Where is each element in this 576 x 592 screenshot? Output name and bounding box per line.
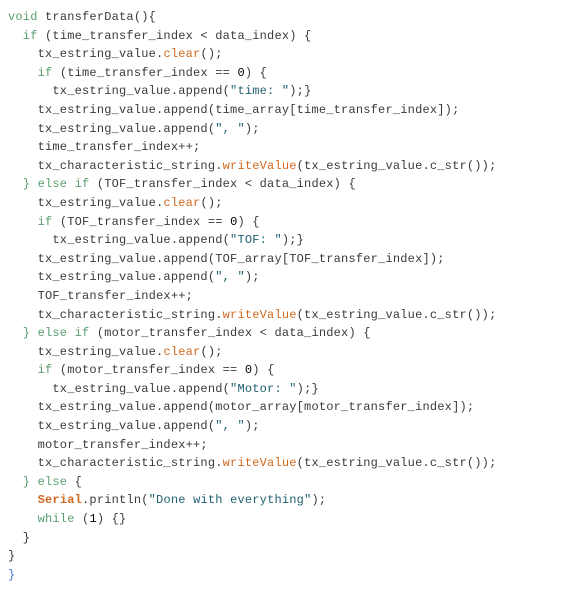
text: { <box>67 475 82 489</box>
text: tx_estring_value. <box>8 196 163 210</box>
text: ) {} <box>97 512 127 526</box>
text: tx_characteristic_string. <box>8 159 223 173</box>
text: ) { <box>252 363 274 377</box>
text: tx_characteristic_string. <box>8 456 223 470</box>
keyword-if: if <box>8 363 52 377</box>
string-literal: "Done with everything" <box>149 493 312 507</box>
text: tx_characteristic_string. <box>8 308 223 322</box>
text: tx_estring_value.append(motor_array[moto… <box>8 400 474 414</box>
text: ); <box>245 122 260 136</box>
keyword-elseif: } else if <box>8 326 89 340</box>
text: );} <box>297 382 319 396</box>
text: );} <box>282 233 304 247</box>
string-literal: ", " <box>215 270 245 284</box>
string-literal: "Motor: " <box>230 382 297 396</box>
cursor-brace: } <box>8 568 15 582</box>
method-clear: clear <box>163 345 200 359</box>
text: (tx_estring_value.c_str()); <box>297 308 497 322</box>
text: (); <box>200 345 222 359</box>
text: tx_estring_value.append( <box>8 382 230 396</box>
text: tx_estring_value.append(time_array[time_… <box>8 103 459 117</box>
string-literal: ", " <box>215 122 245 136</box>
text: tx_estring_value. <box>8 345 163 359</box>
text <box>8 493 38 507</box>
text: (tx_estring_value.c_str()); <box>297 159 497 173</box>
keyword-elseif: } else if <box>8 177 89 191</box>
keyword-else: } else <box>8 475 67 489</box>
text: tx_estring_value.append( <box>8 84 230 98</box>
text: .println( <box>82 493 149 507</box>
serial-object: Serial <box>38 493 82 507</box>
number-literal: 1 <box>89 512 96 526</box>
text: (tx_estring_value.c_str()); <box>297 456 497 470</box>
text: tx_estring_value.append( <box>8 419 215 433</box>
text: tx_estring_value.append( <box>8 233 230 247</box>
text: motor_transfer_index++; <box>8 438 208 452</box>
text: time_transfer_index++; <box>8 140 200 154</box>
method-writeValue: writeValue <box>223 456 297 470</box>
text: tx_estring_value.append( <box>8 122 215 136</box>
code-block: void transferData(){ if (time_transfer_i… <box>8 8 568 584</box>
text: (TOF_transfer_index < data_index) { <box>89 177 355 191</box>
method-writeValue: writeValue <box>223 308 297 322</box>
keyword-void: void <box>8 10 38 24</box>
text: } <box>8 531 30 545</box>
text: );} <box>289 84 311 98</box>
method-clear: clear <box>163 196 200 210</box>
text: ) { <box>237 215 259 229</box>
method-writeValue: writeValue <box>223 159 297 173</box>
text: ); <box>311 493 326 507</box>
string-literal: "time: " <box>230 84 289 98</box>
text: (time_transfer_index == <box>52 66 237 80</box>
text: (); <box>200 196 222 210</box>
text: ); <box>245 270 260 284</box>
text: (TOF_transfer_index == <box>52 215 230 229</box>
number-literal: 0 <box>237 66 244 80</box>
text: TOF_transfer_index++; <box>8 289 193 303</box>
string-literal: "TOF: " <box>230 233 282 247</box>
text: (motor_transfer_index < data_index) { <box>89 326 370 340</box>
text: ( <box>75 512 90 526</box>
text: (); <box>200 47 222 61</box>
string-literal: ", " <box>215 419 245 433</box>
keyword-while: while <box>8 512 75 526</box>
method-clear: clear <box>163 47 200 61</box>
text: tx_estring_value. <box>8 47 163 61</box>
text: tx_estring_value.append( <box>8 270 215 284</box>
keyword-if: if <box>8 215 52 229</box>
keyword-if: if <box>8 29 38 43</box>
text: tx_estring_value.append(TOF_array[TOF_tr… <box>8 252 445 266</box>
cond-text: (time_transfer_index < data_index) { <box>38 29 312 43</box>
text: (motor_transfer_index == <box>52 363 244 377</box>
keyword-if: if <box>8 66 52 80</box>
text: } <box>8 549 15 563</box>
text: ); <box>245 419 260 433</box>
text: ) { <box>245 66 267 80</box>
func-name: transferData(){ <box>38 10 156 24</box>
